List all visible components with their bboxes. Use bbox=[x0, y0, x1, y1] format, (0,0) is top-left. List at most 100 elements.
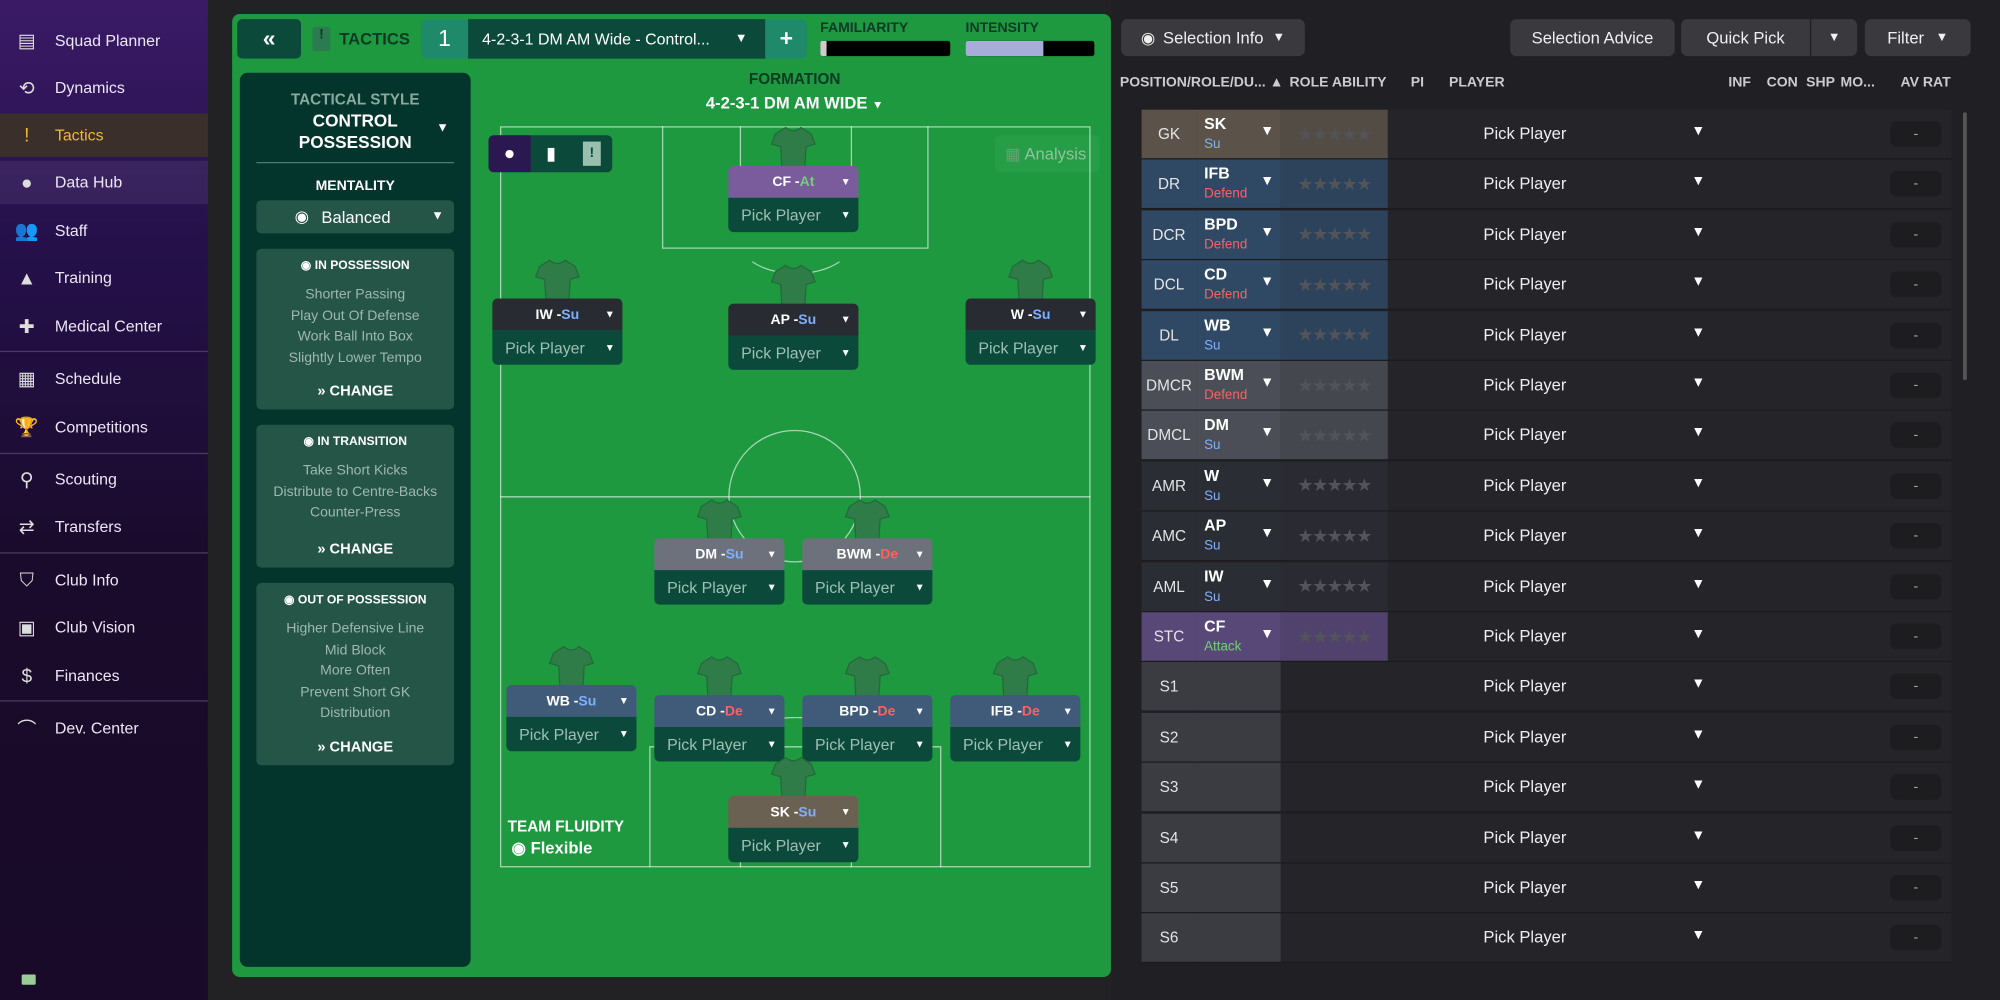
pick-player-dropdown[interactable]: Pick Player ▼ bbox=[728, 197, 859, 233]
role-selector[interactable]: BPD - De ▼ bbox=[802, 695, 933, 728]
chevron-down-icon[interactable]: ▼ bbox=[1691, 526, 1705, 541]
role-selector[interactable]: BWM - De ▼ bbox=[802, 538, 933, 571]
formation-selector[interactable]: 4-2-3-1 DM AM WIDE ▼ bbox=[638, 93, 952, 112]
table-row[interactable]: AMR W Su ▼ ★★★★★ Pick Player ▼ - bbox=[1141, 461, 1952, 512]
table-row[interactable]: DCR BPD Defend ▼ ★★★★★ Pick Player ▼ - bbox=[1141, 210, 1952, 260]
chevron-down-icon[interactable]: ▼ bbox=[1691, 777, 1705, 792]
pick-player-label[interactable]: Pick Player bbox=[1483, 526, 1566, 545]
intensity-bar[interactable] bbox=[965, 40, 1095, 57]
player-card-ap[interactable]: AP - Su ▼ Pick Player ▼ bbox=[728, 303, 859, 370]
chevron-down-icon[interactable]: ▼ bbox=[1691, 174, 1705, 189]
table-row[interactable]: STC CF Attack ▼ ★★★★★ Pick Player ▼ - bbox=[1141, 612, 1952, 662]
sidebar-item-dev-center[interactable]: ⌒ Dev. Center bbox=[0, 707, 208, 750]
role-cell[interactable]: IFB Defend ▼ bbox=[1196, 159, 1281, 209]
table-row[interactable]: DL WB Su ▼ ★★★★★ Pick Player ▼ - bbox=[1141, 310, 1952, 361]
column-header[interactable]: PI bbox=[1411, 75, 1424, 90]
player-card-bwm[interactable]: BWM - De ▼ Pick Player ▼ bbox=[802, 538, 933, 605]
sidebar-item-staff[interactable]: 👥 Staff bbox=[0, 209, 208, 252]
role-cell[interactable]: CD Defend ▼ bbox=[1196, 260, 1281, 309]
sidebar-item-medical-center[interactable]: ✚ Medical Center bbox=[0, 305, 208, 348]
role-cell[interactable]: AP Su ▼ bbox=[1196, 511, 1281, 561]
pick-player-dropdown[interactable]: Pick Player ▼ bbox=[802, 727, 933, 762]
pick-player-label[interactable]: Pick Player bbox=[1483, 677, 1566, 696]
tactic-selector[interactable]: 4-2-3-1 DM AM Wide - Control... ▼ bbox=[468, 19, 766, 59]
player-card-cd[interactable]: CD - De ▼ Pick Player ▼ bbox=[654, 695, 785, 762]
table-row[interactable]: AMC AP Su ▼ ★★★★★ Pick Player ▼ - bbox=[1141, 511, 1952, 562]
table-row[interactable]: DMCR BWM Defend ▼ ★★★★★ Pick Player ▼ - bbox=[1141, 360, 1952, 411]
pick-player-label[interactable]: Pick Player bbox=[1483, 827, 1566, 846]
selection-advice-button[interactable]: Selection Advice bbox=[1510, 19, 1675, 57]
pick-player-label[interactable]: Pick Player bbox=[1483, 626, 1566, 645]
sidebar-item-data-hub[interactable]: ● Data Hub bbox=[0, 160, 208, 205]
player-card-bpd[interactable]: BPD - De ▼ Pick Player ▼ bbox=[802, 695, 933, 762]
chevron-down-icon[interactable]: ▼ bbox=[1691, 375, 1705, 390]
add-tactic-button[interactable]: + bbox=[765, 19, 808, 59]
pick-player-dropdown[interactable]: Pick Player ▼ bbox=[654, 727, 785, 762]
quick-pick-dropdown[interactable]: ▼ bbox=[1811, 19, 1858, 57]
table-row[interactable]: S4 Pick Player ▼ - bbox=[1141, 813, 1952, 864]
chevron-down-icon[interactable]: ▼ bbox=[1691, 576, 1705, 591]
player-card-wb[interactable]: WB - Su ▼ Pick Player ▼ bbox=[506, 684, 637, 752]
table-row[interactable]: S1 Pick Player ▼ - bbox=[1141, 662, 1952, 713]
pick-player-label[interactable]: Pick Player bbox=[1483, 576, 1566, 595]
role-selector[interactable]: SK - Su ▼ bbox=[728, 795, 859, 828]
pick-player-label[interactable]: Pick Player bbox=[1483, 174, 1566, 193]
chevron-down-icon[interactable]: ▼ bbox=[1691, 224, 1705, 239]
role-selector[interactable]: W - Su ▼ bbox=[965, 298, 1096, 331]
column-header[interactable]: INF bbox=[1728, 75, 1751, 90]
table-row[interactable]: DR IFB Defend ▼ ★★★★★ Pick Player ▼ - bbox=[1141, 159, 1952, 210]
pick-player-dropdown[interactable]: Pick Player ▼ bbox=[506, 716, 637, 752]
pick-player-label[interactable]: Pick Player bbox=[1483, 124, 1566, 143]
role-selector[interactable]: CF - At ▼ bbox=[728, 165, 859, 198]
pick-player-label[interactable]: Pick Player bbox=[1483, 928, 1566, 947]
sidebar-item-club-vision[interactable]: ▣ Club Vision bbox=[0, 606, 208, 649]
sidebar-item-competitions[interactable]: 🏆 Competitions bbox=[0, 406, 208, 449]
selection-info-button[interactable]: ◉ Selection Info ▼ bbox=[1121, 19, 1305, 57]
chevron-down-icon[interactable]: ▼ bbox=[1691, 325, 1705, 340]
pick-player-label[interactable]: Pick Player bbox=[1483, 878, 1566, 897]
analysis-button[interactable]: ▦ Analysis bbox=[994, 135, 1100, 173]
player-card-cf[interactable]: CF - At ▼ Pick Player ▼ bbox=[728, 165, 859, 233]
chevron-down-icon[interactable]: ▼ bbox=[1691, 124, 1705, 139]
player-card-dm[interactable]: DM - Su ▼ Pick Player ▼ bbox=[654, 538, 785, 605]
table-row[interactable]: AML IW Su ▼ ★★★★★ Pick Player ▼ - bbox=[1141, 561, 1952, 612]
pick-player-label[interactable]: Pick Player bbox=[1483, 375, 1566, 394]
table-row[interactable]: S2 Pick Player ▼ - bbox=[1141, 712, 1952, 763]
sidebar-item-finances[interactable]: $ Finances bbox=[0, 654, 208, 697]
player-card-ifb[interactable]: IFB - De ▼ Pick Player ▼ bbox=[950, 695, 1081, 762]
player-card-iw[interactable]: IW - Su ▼ Pick Player ▼ bbox=[492, 298, 623, 365]
chevron-down-icon[interactable]: ▼ bbox=[1691, 928, 1705, 943]
sidebar-item-club-info[interactable]: ⛉ Club Info bbox=[0, 559, 208, 602]
chevron-down-icon[interactable]: ▼ bbox=[1691, 476, 1705, 491]
chevron-down-icon[interactable]: ▼ bbox=[1691, 626, 1705, 641]
pick-player-dropdown[interactable]: Pick Player ▼ bbox=[950, 727, 1081, 762]
sidebar-item-squad-planner[interactable]: ▤ Squad Planner bbox=[0, 19, 208, 62]
column-header[interactable]: AV RAT bbox=[1901, 75, 1951, 90]
tactical-style-line2[interactable]: POSSESSION bbox=[240, 133, 471, 152]
column-header[interactable]: SHP bbox=[1806, 75, 1835, 90]
pick-player-label[interactable]: Pick Player bbox=[1483, 224, 1566, 243]
pick-player-label[interactable]: Pick Player bbox=[1483, 274, 1566, 293]
role-selector[interactable]: AP - Su ▼ bbox=[728, 303, 859, 336]
pick-player-label[interactable]: Pick Player bbox=[1483, 476, 1566, 495]
stats-view-button[interactable]: ▮ bbox=[531, 135, 572, 172]
role-cell[interactable]: BPD Defend ▼ bbox=[1196, 210, 1281, 259]
quick-pick-button[interactable]: Quick Pick bbox=[1681, 19, 1810, 57]
tactics-view-button[interactable]: ! bbox=[571, 135, 612, 172]
chevron-down-icon[interactable]: ▼ bbox=[1691, 727, 1705, 742]
pick-player-label[interactable]: Pick Player bbox=[1483, 325, 1566, 344]
column-header[interactable]: ROLE ABILITY bbox=[1290, 75, 1387, 90]
table-row[interactable]: GK SK Su ▼ ★★★★★ Pick Player ▼ - bbox=[1141, 109, 1952, 160]
role-cell[interactable]: SK Su ▼ bbox=[1196, 109, 1281, 159]
pick-player-label[interactable]: Pick Player bbox=[1483, 777, 1566, 796]
role-selector[interactable]: CD - De ▼ bbox=[654, 695, 785, 728]
pick-player-label[interactable]: Pick Player bbox=[1483, 425, 1566, 444]
back-button[interactable]: « bbox=[237, 19, 302, 59]
table-row[interactable]: S5 Pick Player ▼ - bbox=[1141, 863, 1952, 914]
chevron-down-icon[interactable]: ▼ bbox=[1691, 878, 1705, 893]
table-row[interactable]: S3 Pick Player ▼ - bbox=[1141, 762, 1952, 813]
sidebar-item-scouting[interactable]: ⚲ Scouting bbox=[0, 458, 208, 501]
role-cell[interactable]: W Su ▼ bbox=[1196, 461, 1281, 510]
change-button[interactable]: » CHANGE bbox=[256, 384, 454, 399]
chevron-down-icon[interactable]: ▼ bbox=[1691, 827, 1705, 842]
